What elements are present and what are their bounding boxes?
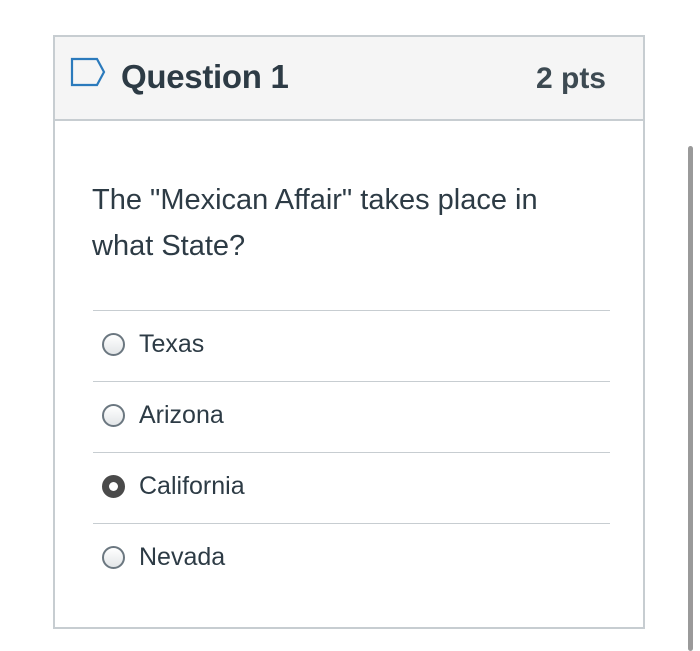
radio-button[interactable]: [102, 404, 125, 427]
answer-option-california[interactable]: California: [93, 452, 610, 523]
answer-label[interactable]: California: [139, 469, 245, 503]
radio-button[interactable]: [102, 546, 125, 569]
answer-option-texas[interactable]: Texas: [93, 310, 610, 381]
question-points: 2 pts: [535, 62, 606, 95]
answer-option-nevada[interactable]: Nevada: [93, 523, 610, 594]
question-header: Question 1 2 pts: [55, 37, 643, 121]
radio-button-selected[interactable]: [102, 475, 125, 498]
radio-button[interactable]: [102, 333, 125, 356]
flag-outline-icon[interactable]: [70, 57, 106, 87]
question-title: Question 1: [121, 58, 289, 95]
answer-label[interactable]: Nevada: [139, 540, 225, 574]
answer-list: Texas Arizona California Nevada: [93, 310, 610, 594]
page-scrollbar[interactable]: [688, 146, 693, 651]
answer-label[interactable]: Texas: [139, 327, 204, 361]
answer-option-arizona[interactable]: Arizona: [93, 381, 610, 452]
question-text: The "Mexican Affair" takes place in what…: [92, 184, 538, 262]
question-card: Question 1 2 pts The "Mexican Affair" ta…: [53, 35, 645, 629]
answer-label[interactable]: Arizona: [139, 398, 224, 432]
